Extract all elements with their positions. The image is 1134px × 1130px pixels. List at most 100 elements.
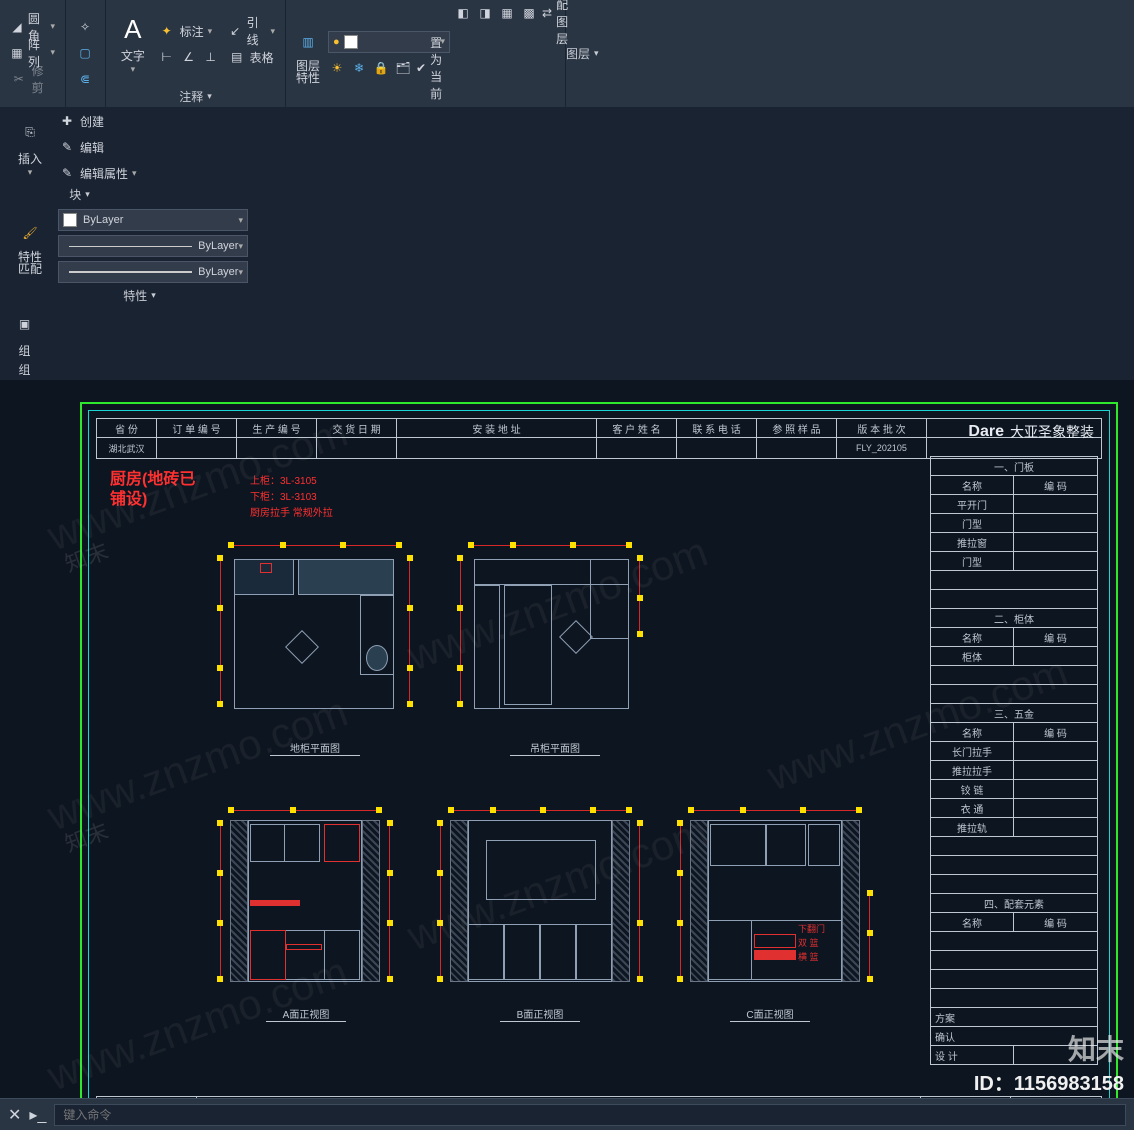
edit-button[interactable]: ✎编辑 [58,136,137,158]
tb-v-province: 湖北武汉 [97,438,157,458]
leader-icon: ↙ [228,22,243,40]
setcurrent-icon: ✔ [416,59,426,77]
view-elevb [440,810,640,990]
layerlock-icon: 🗂 [394,59,412,77]
cmdline-close-icon[interactable]: ✕ [8,1105,21,1125]
create-button[interactable]: ✚创建 [58,110,137,132]
matchprop-label: 特性 匹配 [18,251,42,275]
trim-label: 修剪 [32,62,55,96]
table-icon: ▤ [228,48,246,66]
layeron-icon: ☀ [328,59,346,77]
insert-button[interactable]: ⎘插入▾ [6,110,54,184]
ribbon-group-block: ⎘插入▾ ✚创建 ✎编辑 ✎编辑属性▾ 块▾ [0,108,160,205]
st-s1-title: 一、门板 [931,457,1097,475]
layer-tool-5[interactable]: ◧ [454,2,472,24]
matchlayer-icon: ⇄ [542,4,552,22]
ribbon-group-modify2: ✧ ▢ ⋐ [66,0,106,107]
matchprop-button[interactable]: 🖌特性 匹配 [6,207,54,285]
fillet-icon: ◢ [10,18,24,36]
view-eleva [220,810,390,990]
layer6-icon: ◨ [476,4,494,22]
edit-label: 编辑 [80,139,104,156]
create-icon: ✚ [58,112,76,130]
eleva-label: A面正视图 [266,1006,346,1022]
st-s3-title: 三、五金 [931,704,1097,722]
trim-button[interactable]: ✂修剪 [10,68,55,90]
orddim-icon: ⊥ [202,48,220,66]
ribbon: ◢圆角▾ ▦阵列▾ ✂修剪 ✧ ▢ ⋐ A文字▾ ✦标注▾ ⊢ ∠ ⊥ [0,0,1134,108]
layer8-icon: ▩ [520,4,538,22]
command-input[interactable] [54,1104,1126,1126]
leader-label: 引线 [247,14,267,48]
brand-logo: Dare [968,423,1004,441]
color-value: ByLayer [83,214,123,226]
watermark-brand: 知末 [1068,1028,1124,1068]
leader-button[interactable]: ↙引线▾ [228,20,275,42]
layer-tool-7[interactable]: ▦ [498,2,516,24]
edit-icon: ✎ [58,138,76,156]
tb-h-addr: 安 装 地 址 [397,419,597,437]
dimension-icon: ✦ [158,22,176,40]
text-button[interactable]: A文字▾ [112,2,154,86]
linetype-dropdown[interactable]: ByLayer▾ [58,235,248,257]
lineweight-dropdown[interactable]: ByLayer▾ [58,261,248,283]
dim-label: 标注 [180,23,204,40]
text-label: 文字 [121,47,145,64]
tool-3[interactable]: ⋐ [76,68,94,90]
view-elevc: 下翻门 双 篮 横 篮 [680,810,870,990]
matchprop-icon: 🖌 [14,217,46,249]
layers-group-label: 图层▾ [566,0,599,107]
tool-2[interactable]: ▢ [76,42,94,64]
ribbon-group-properties: 🖌特性 匹配 ByLayer▾ ByLayer▾ ByLayer▾ 特性▾ [0,205,280,306]
group-group-label: 组 [6,359,43,380]
table-label: 表格 [250,49,274,66]
titleblock: 省 份 订 单 编 号 生 产 编 号 交 货 日 期 安 装 地 址 客 户 … [96,418,1102,459]
dimension-button[interactable]: ✦标注▾ [158,20,220,42]
drawing-canvas[interactable]: 省 份 订 单 编 号 生 产 编 号 交 货 日 期 安 装 地 址 客 户 … [0,380,1134,1130]
tb-h-ver: 版 本 批 次 [837,419,927,437]
text-icon: A [117,13,149,45]
array-button[interactable]: ▦阵列▾ [10,42,55,64]
plan1-label: 地柜平面图 [270,740,360,756]
tb-v-ver: FLY_202105 [837,438,927,458]
side-spec-table: 一、门板 名称编 码 平开门 门型 推拉窗 门型 二、柜体 名称编 码 柜体 三… [930,456,1098,1065]
plan2-label: 吊柜平面图 [510,740,600,756]
st-s2-title: 二、柜体 [931,609,1097,627]
tb-h-prod: 生 产 编 号 [237,419,317,437]
layer-tool-4[interactable]: 🗂 [394,57,412,79]
explode-icon: ✧ [76,18,94,36]
dim-tool-1[interactable]: ⊢ [158,46,176,68]
view-plan1 [220,545,410,725]
layer-props-button[interactable]: ▥图层 特性 [292,2,324,107]
table-button[interactable]: ▤表格 [228,46,275,68]
insert-icon: ⎘ [14,116,46,148]
editattr-button[interactable]: ✎编辑属性▾ [58,162,137,184]
command-line: ✕ ▸_ [0,1098,1134,1130]
fillet-button[interactable]: ◢圆角▾ [10,16,55,38]
subset-icon: ⋐ [76,70,94,88]
brand-name: 大亚圣象整装 [1010,422,1094,442]
layer-tool-1[interactable]: ☀ [328,57,346,79]
setcurrent-button[interactable]: ✔置为当前 [416,57,450,79]
layer-tool-8[interactable]: ▩ [520,2,538,24]
view-plan2 [460,545,640,725]
tb-h-province: 省 份 [97,419,157,437]
angdim-icon: ∠ [180,48,198,66]
cmdline-chevron-icon[interactable]: ▸_ [29,1105,46,1125]
layer-tool-2[interactable]: ❄ [350,57,368,79]
dim-tool-3[interactable]: ⊥ [202,46,220,68]
group-button[interactable]: ▣组 [6,308,43,359]
lineweight-value: ByLayer [198,266,238,278]
tool-1[interactable]: ✧ [76,16,94,38]
insert-label: 插入 [18,150,42,167]
ribbon-group-group: ▣组 组 [0,306,50,380]
brand: Dare 大亚圣象整装 [968,422,1094,442]
editattr-icon: ✎ [58,164,76,182]
layerfreeze-icon: 🔒 [372,59,390,77]
layer-tool-3[interactable]: 🔒 [372,57,390,79]
layer5-icon: ◧ [454,4,472,22]
color-dropdown[interactable]: ByLayer▾ [58,209,248,231]
drawing-notes: 上柜：3L-3105 下柜：3L-3103 厨房拉手 常规外拉 [250,474,333,522]
dim-tool-2[interactable]: ∠ [180,46,198,68]
layer-tool-6[interactable]: ◨ [476,2,494,24]
